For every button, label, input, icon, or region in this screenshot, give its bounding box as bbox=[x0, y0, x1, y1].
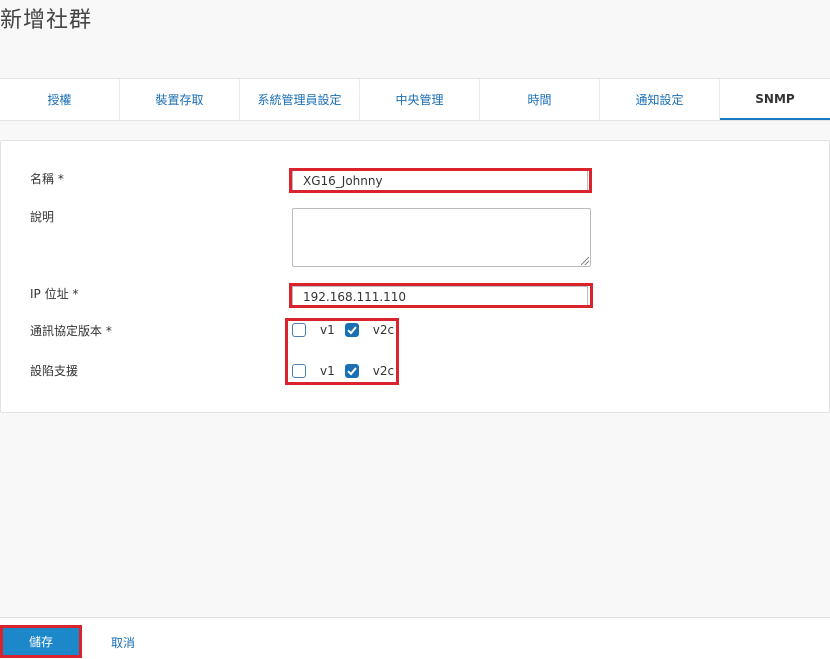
cancel-button[interactable]: 取消 bbox=[111, 634, 135, 651]
tab-snmp[interactable]: SNMP bbox=[720, 79, 830, 120]
footer-bar: 儲存 取消 bbox=[0, 617, 830, 659]
tab-time[interactable]: 時間 bbox=[480, 79, 600, 120]
protocol-label: 通訊協定版本 * bbox=[30, 324, 112, 338]
tab-notification-settings[interactable]: 通知設定 bbox=[600, 79, 720, 120]
page-title: 新增社群 bbox=[0, 8, 93, 33]
description-label: 說明 bbox=[30, 210, 55, 224]
page: 新增社群 授權 裝置存取 系統管理員設定 中央管理 時間 通知設定 SNMP 名… bbox=[0, 0, 830, 659]
ip-label: IP 位址 * bbox=[30, 287, 79, 301]
ip-highlight bbox=[289, 283, 593, 308]
save-highlight bbox=[0, 625, 82, 658]
tab-license[interactable]: 授權 bbox=[0, 79, 120, 120]
name-highlight bbox=[289, 168, 592, 193]
description-field[interactable] bbox=[292, 208, 591, 267]
tab-bar: 授權 裝置存取 系統管理員設定 中央管理 時間 通知設定 SNMP bbox=[0, 78, 830, 121]
name-label: 名稱 * bbox=[30, 172, 64, 186]
tab-admin-settings[interactable]: 系統管理員設定 bbox=[240, 79, 360, 120]
form-card: 名稱 * XG16_Johnny 說明 IP 位址 * 192.168.111.… bbox=[0, 140, 830, 413]
tab-central-management[interactable]: 中央管理 bbox=[360, 79, 480, 120]
resize-grip-icon[interactable] bbox=[581, 257, 589, 265]
trap-label: 設陷支援 bbox=[30, 364, 79, 378]
tab-device-access[interactable]: 裝置存取 bbox=[120, 79, 240, 120]
checkbox-highlight bbox=[285, 318, 399, 385]
